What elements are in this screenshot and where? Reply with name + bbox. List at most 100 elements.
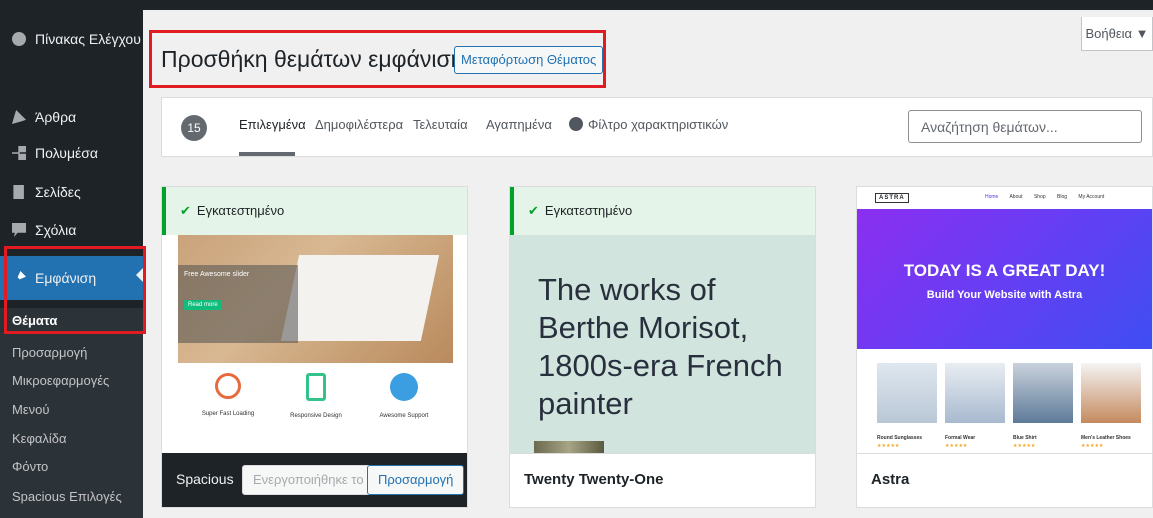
theme-card-astra[interactable]: ASTRA Home About Shop Blog My Account TO…: [856, 186, 1153, 508]
customize-button[interactable]: Προσαρμογή: [367, 465, 465, 495]
nav-link: About: [1009, 194, 1023, 200]
slider-title: Free Awesome slider: [184, 271, 250, 278]
submenu-item-customize[interactable]: Προσαρμογή: [0, 340, 143, 366]
sidebar-item-label: Σχόλια: [35, 222, 77, 238]
installed-notice: ✔ Εγκατεστημένο: [510, 187, 815, 235]
sidebar-item-posts[interactable]: Άρθρα: [0, 98, 143, 136]
rating-stars: ★★★★★: [1013, 443, 1036, 449]
sidebar-item-label: Πίνακας Ελέγχου: [35, 31, 141, 47]
slider-read-more: Read more: [184, 300, 222, 310]
preview-nav: ASTRA Home About Shop Blog My Account: [857, 187, 1152, 209]
theme-name: Spacious: [176, 471, 234, 487]
installed-label: Εγκατεστημένο: [544, 203, 633, 218]
submenu-item-background[interactable]: Φόντο: [0, 454, 143, 480]
rating-stars: ★★★★★: [877, 443, 900, 449]
submenu-item-menus[interactable]: Μενού: [0, 397, 143, 423]
pushpin-icon: [12, 110, 26, 124]
tab-featured[interactable]: Επιλεγμένα: [239, 117, 306, 132]
help-tab-button[interactable]: Βοήθεια ▼: [1081, 17, 1153, 51]
feature-title: Responsive Design: [290, 413, 342, 419]
feature-item: Responsive Design: [276, 363, 356, 455]
nav-link: Shop: [1033, 194, 1046, 200]
sidebar-item-media[interactable]: Πολυμέσα: [0, 134, 143, 172]
tab-feature-filter[interactable]: Φίλτρο χαρακτηριστικών: [570, 117, 728, 132]
appearance-submenu: Θέματα Προσαρμογή Μικροεφαρμογές Μενού Κ…: [0, 308, 143, 518]
activated-button: Ενεργοποιήθηκε το: [242, 465, 375, 495]
preview-headline: The works of Berthe Morisot, 1800s-era F…: [538, 272, 783, 421]
sidebar-item-dashboard[interactable]: Πίνακας Ελέγχου: [0, 20, 143, 58]
comment-icon: [12, 223, 26, 237]
theme-filter-bar: 15 Επιλεγμένα Δημοφιλέστερα Τελευταία Αγ…: [161, 97, 1153, 157]
feature-filter-label: Φίλτρο χαρακτηριστικών: [588, 117, 729, 132]
slider-caption: Free Awesome slider Read more: [178, 265, 298, 343]
sidebar-item-label: Σελίδες: [35, 184, 81, 200]
book-illustration: [280, 255, 440, 341]
page-title: Προσθήκη θεμάτων εμφάνισης: [161, 46, 475, 72]
theme-screenshot: Free Awesome slider Read more: [178, 235, 453, 363]
current-menu-arrow: [136, 268, 143, 282]
hero-subtitle: Build Your Website with Astra: [926, 289, 1083, 301]
feature-row: Super Fast Loading Responsive Design Awe…: [178, 363, 453, 455]
theme-screenshot: The works of Berthe Morisot, 1800s-era F…: [510, 235, 815, 455]
nav-link: Home: [985, 194, 999, 200]
theme-card-footer: Twenty Twenty-One: [510, 453, 815, 507]
active-tab-indicator: [239, 152, 295, 156]
gear-icon: [570, 118, 582, 130]
product-image-blue-shirt: [1013, 363, 1073, 423]
tab-popular[interactable]: Δημοφιλέστερα: [315, 117, 403, 132]
theme-card-footer: Astra: [857, 453, 1152, 507]
feature-item: Awesome Support: [364, 363, 444, 455]
submenu-item-widgets[interactable]: Μικροεφαρμογές: [0, 368, 143, 394]
sidebar-item-pages[interactable]: Σελίδες: [0, 173, 143, 211]
upload-theme-button[interactable]: Μεταφόρτωση Θέματος: [454, 46, 604, 74]
media-icon: [12, 146, 26, 160]
nav-link: My Account: [1078, 194, 1105, 200]
theme-name: Astra: [871, 471, 910, 488]
astra-logo: ASTRA: [875, 193, 909, 203]
checkmark-icon: ✔: [528, 203, 539, 218]
product-image-shoes: [1081, 363, 1141, 423]
rating-stars: ★★★★★: [945, 443, 968, 449]
product-image-formal-wear: [945, 363, 1005, 423]
headset-icon: [390, 373, 418, 401]
theme-card-spacious[interactable]: ✔ Εγκατεστημένο Free Awesome slider Read …: [161, 186, 468, 508]
product-grid: Round Sunglasses Formal Wear Blue Shirt …: [877, 363, 1147, 453]
submenu-item-themes[interactable]: Θέματα: [0, 308, 143, 334]
product-label: Formal Wear: [945, 435, 976, 441]
product-image-sunglasses: [877, 363, 937, 423]
submenu-item-spacious-options[interactable]: Spacious Επιλογές: [0, 484, 143, 510]
admin-sidebar: Πίνακας Ελέγχου Άρθρα Πολυμέσα Σελίδες Σ…: [0, 10, 143, 518]
timer-icon: [215, 373, 241, 399]
preview-nav-links: Home About Shop Blog My Account: [985, 194, 1114, 200]
theme-card-twenty-twenty-one[interactable]: ✔ Εγκατεστημένο The works of Berthe Moris…: [509, 186, 816, 508]
installed-label: Εγκατεστημένο: [196, 203, 285, 218]
sidebar-item-comments[interactable]: Σχόλια: [0, 211, 143, 249]
product-label: Blue Shirt: [1013, 435, 1037, 441]
rating-stars: ★★★★★: [1081, 443, 1104, 449]
submenu-item-header[interactable]: Κεφαλίδα: [0, 426, 143, 452]
product-label: Round Sunglasses: [877, 435, 923, 441]
tab-favorites[interactable]: Αγαπημένα: [486, 117, 552, 132]
theme-name: Twenty Twenty-One: [524, 471, 664, 488]
feature-title: Super Fast Loading: [201, 411, 255, 417]
installed-notice: ✔ Εγκατεστημένο: [162, 187, 467, 235]
sidebar-item-label: Εμφάνιση: [35, 270, 97, 286]
hero-title: TODAY IS A GREAT DAY!: [903, 261, 1106, 280]
sidebar-item-label: Πολυμέσα: [35, 145, 98, 161]
sidebar-item-appearance[interactable]: Εμφάνιση: [0, 256, 143, 300]
sidebar-item-label: Άρθρα: [35, 109, 77, 125]
feature-item: Super Fast Loading: [188, 363, 268, 455]
checkmark-icon: ✔: [180, 203, 191, 218]
search-themes-input[interactable]: [908, 110, 1142, 143]
page-icon: [13, 185, 24, 199]
dashboard-icon: [12, 32, 26, 46]
theme-count-badge: 15: [181, 115, 207, 141]
admin-bar: [0, 0, 1153, 10]
tab-latest[interactable]: Τελευταία: [413, 117, 468, 132]
paintbrush-icon: [17, 271, 26, 280]
theme-screenshot: ASTRA Home About Shop Blog My Account TO…: [857, 187, 1152, 455]
nav-link: Blog: [1057, 194, 1068, 200]
product-label: Men's Leather Shoes: [1081, 435, 1131, 441]
devices-icon: [306, 373, 326, 401]
feature-title: Awesome Support: [379, 413, 429, 419]
